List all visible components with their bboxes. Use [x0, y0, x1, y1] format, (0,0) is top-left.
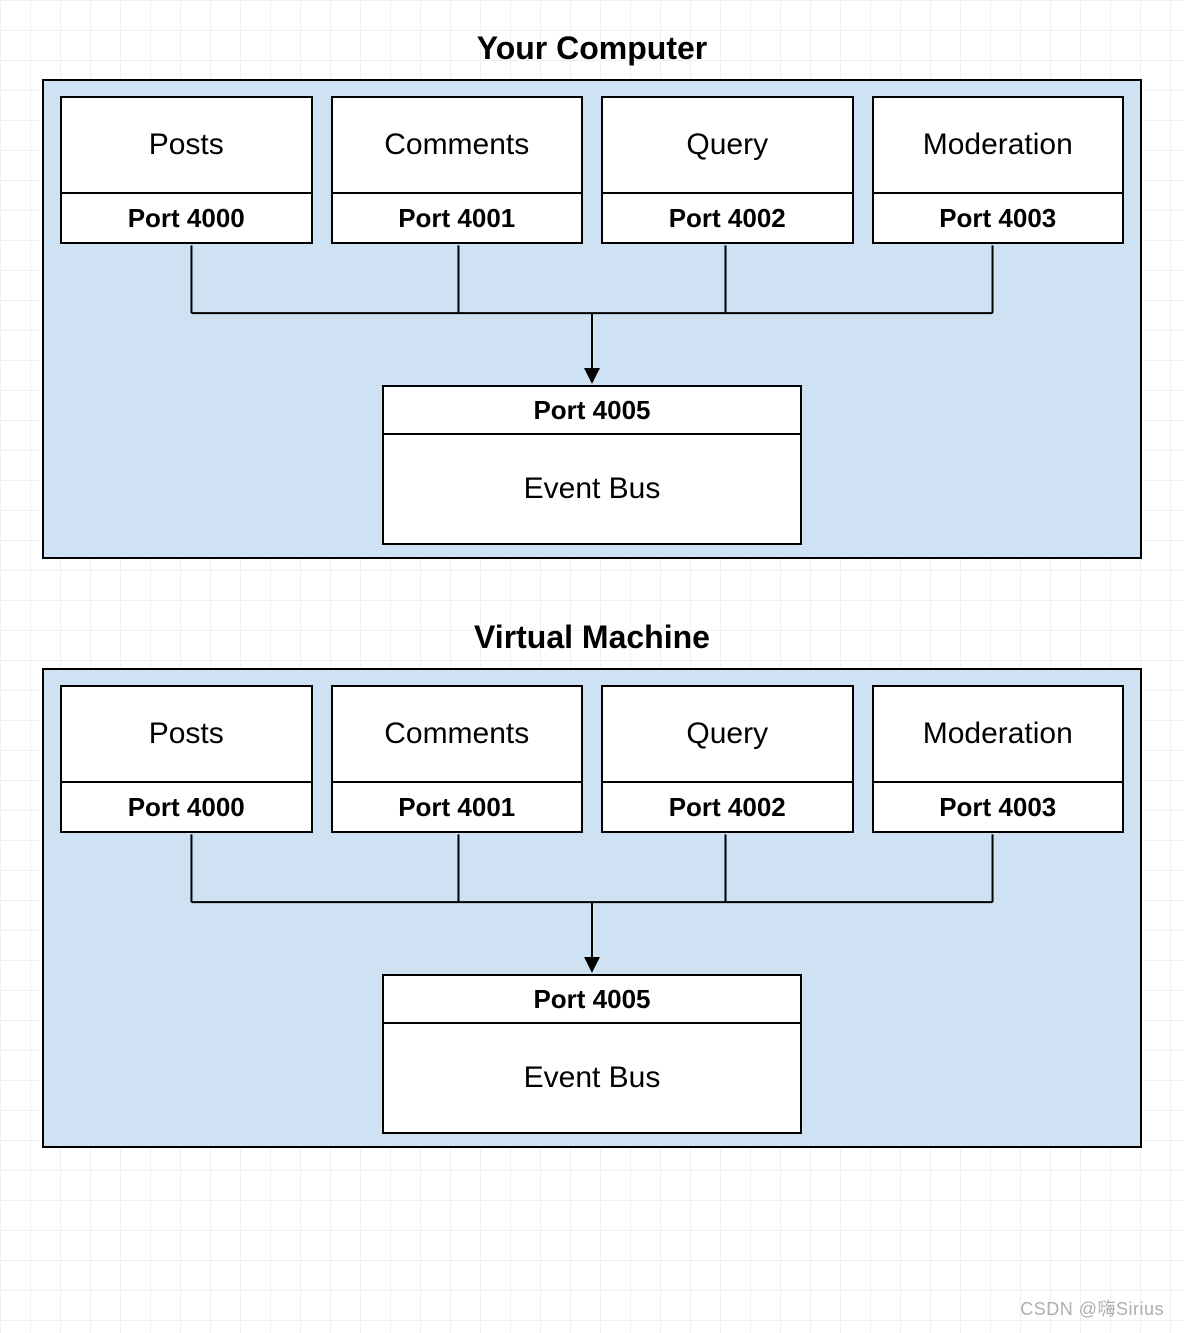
service-name: Query	[603, 98, 852, 194]
service-port: Port 4002	[603, 783, 852, 831]
bus-port: Port 4005	[384, 976, 800, 1024]
bus-name: Event Bus	[384, 435, 800, 543]
event-bus: Port 4005 Event Bus	[382, 385, 802, 545]
service-port: Port 4001	[333, 783, 582, 831]
service-name: Comments	[333, 687, 582, 783]
container-virtual-machine: Posts Port 4000 Comments Port 4001 Query…	[42, 668, 1142, 1148]
service-name: Posts	[62, 98, 311, 194]
service-port: Port 4003	[874, 194, 1123, 242]
service-posts: Posts Port 4000	[60, 96, 313, 244]
service-port: Port 4001	[333, 194, 582, 242]
service-query: Query Port 4002	[601, 96, 854, 244]
service-name: Query	[603, 687, 852, 783]
diagram-root: Your Computer Posts Port 4000 Comments P…	[0, 0, 1184, 1248]
section-title-your-computer: Your Computer	[40, 30, 1144, 67]
service-name: Moderation	[874, 687, 1123, 783]
watermark-text: CSDN @嗨Sirius	[1020, 1295, 1164, 1321]
service-row: Posts Port 4000 Comments Port 4001 Query…	[60, 96, 1124, 244]
service-port: Port 4000	[62, 783, 311, 831]
service-posts: Posts Port 4000	[60, 685, 313, 833]
service-name: Posts	[62, 687, 311, 783]
event-bus: Port 4005 Event Bus	[382, 974, 802, 1134]
service-moderation: Moderation Port 4003	[872, 685, 1125, 833]
bus-port: Port 4005	[384, 387, 800, 435]
container-your-computer: Posts Port 4000 Comments Port 4001 Query…	[42, 79, 1142, 559]
service-comments: Comments Port 4001	[331, 96, 584, 244]
service-port: Port 4000	[62, 194, 311, 242]
service-comments: Comments Port 4001	[331, 685, 584, 833]
service-name: Comments	[333, 98, 582, 194]
service-row: Posts Port 4000 Comments Port 4001 Query…	[60, 685, 1124, 833]
service-moderation: Moderation Port 4003	[872, 96, 1125, 244]
service-name: Moderation	[874, 98, 1123, 194]
service-port: Port 4003	[874, 783, 1123, 831]
service-query: Query Port 4002	[601, 685, 854, 833]
service-port: Port 4002	[603, 194, 852, 242]
section-title-virtual-machine: Virtual Machine	[40, 619, 1144, 656]
bus-name: Event Bus	[384, 1024, 800, 1132]
